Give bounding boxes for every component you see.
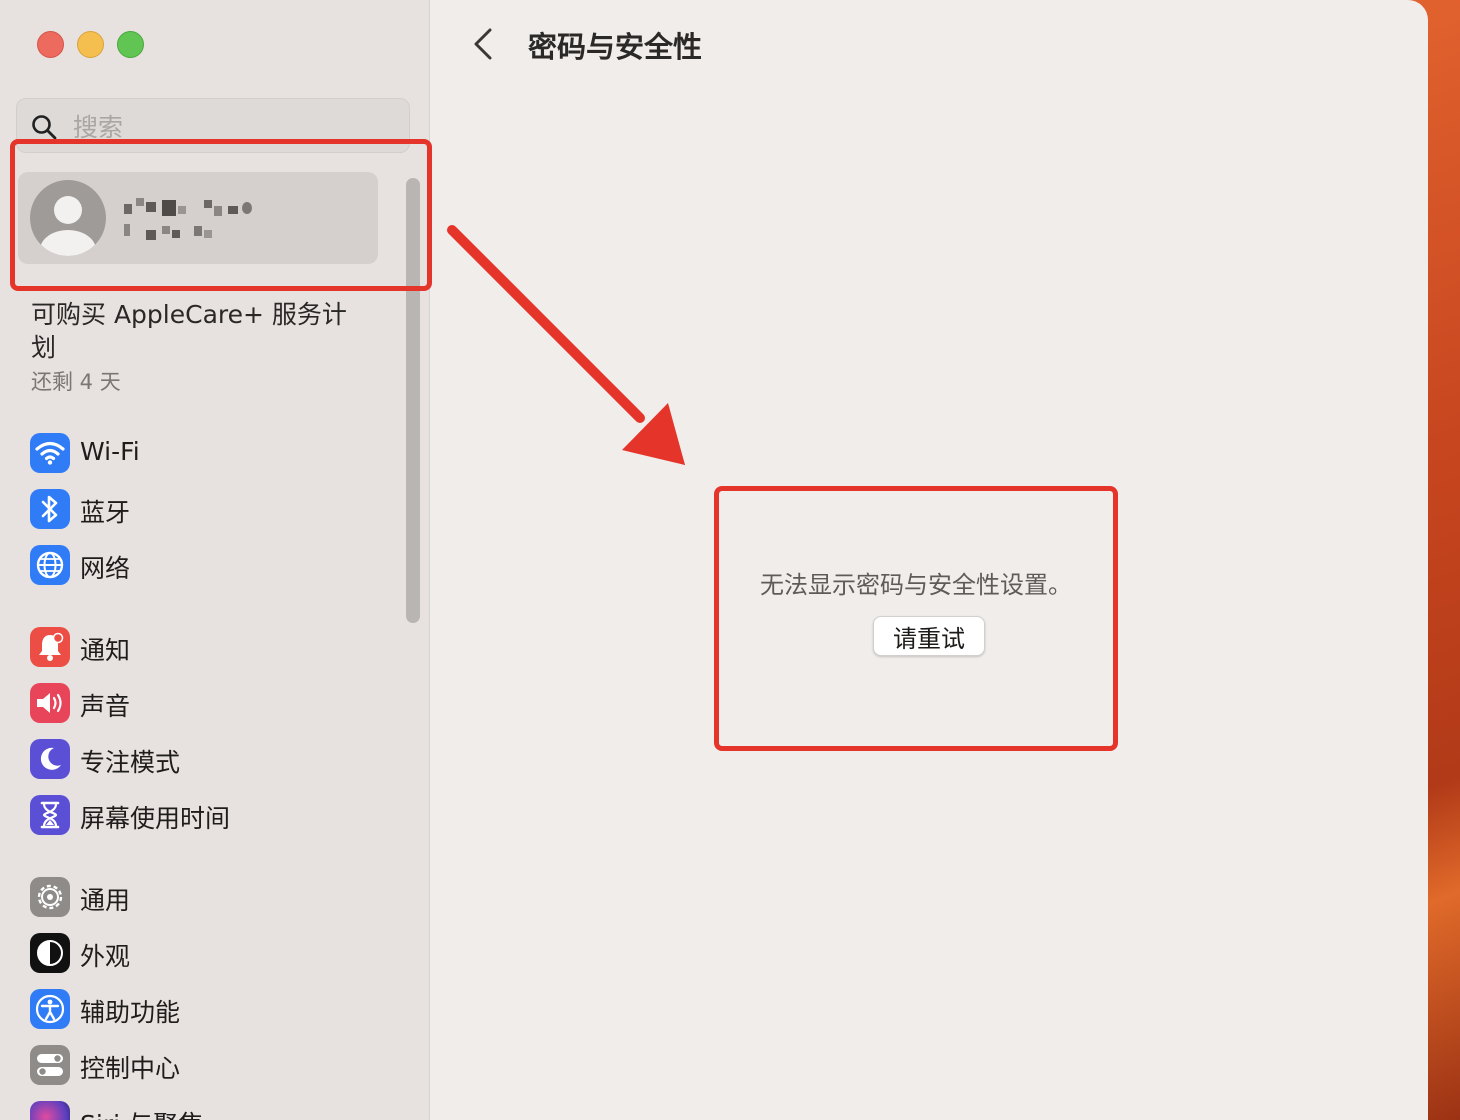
sidebar-item-accessibility[interactable]: 辅助功能 [30,987,390,1031]
sidebar-item-label: 声音 [80,692,131,721]
sidebar-item-label: 控制中心 [80,1054,181,1083]
applecare-offer[interactable]: 可购买 AppleCare+ 服务计划 还剩 4 天 [31,298,351,396]
sidebar-item-label: 专注模式 [80,748,181,777]
sidebar-item-label: 辅助功能 [80,998,181,1027]
annotation-box-account [10,139,432,291]
sidebar-item-label: Siri 与聚焦 [80,1105,203,1120]
sidebar-item-label: Wi-Fi [80,437,140,466]
chevron-left-icon [474,28,492,60]
moon-icon [30,739,70,779]
sidebar-item-label: 屏幕使用时间 [80,804,231,833]
sidebar-item-network[interactable]: 网络 [30,543,390,587]
bell-icon [30,627,70,667]
sidebar-item-screen-time[interactable]: 屏幕使用时间 [30,793,390,837]
sidebar-item-label: 网络 [80,554,131,583]
sidebar-item-label: 通用 [80,886,131,915]
close-window-button[interactable] [37,31,64,58]
speaker-icon [30,683,70,723]
sidebar-item-appearance[interactable]: 外观 [30,931,390,975]
wifi-icon [30,433,70,473]
page-title: 密码与安全性 [528,30,703,64]
sidebar-item-general[interactable]: 通用 [30,875,390,919]
sidebar-item-bluetooth[interactable]: 蓝牙 [30,487,390,531]
sidebar-item-label: 外观 [80,942,131,971]
gear-icon [30,877,70,917]
bluetooth-icon [30,489,70,529]
accessibility-icon [30,989,70,1029]
sidebar-item-wifi[interactable]: Wi-Fi [30,431,390,475]
zoom-window-button[interactable] [117,31,144,58]
annotation-box-error [714,486,1118,751]
siri-icon [30,1101,70,1120]
sidebar-item-focus[interactable]: 专注模式 [30,737,390,781]
applecare-title: 可购买 AppleCare+ 服务计划 [31,300,347,362]
sidebar-item-siri[interactable]: Siri 与聚焦 [30,1099,390,1120]
sidebar-item-label: 蓝牙 [80,498,131,527]
back-button[interactable] [470,26,500,62]
hourglass-icon [30,795,70,835]
sidebar-item-notifications[interactable]: 通知 [30,625,390,669]
search-icon [32,115,57,140]
sidebar-item-control-center[interactable]: 控制中心 [30,1043,390,1087]
globe-icon [30,545,70,585]
annotation-arrow-icon [447,225,685,465]
sidebar-item-sound[interactable]: 声音 [30,681,390,725]
sidebar-item-label: 通知 [80,636,131,665]
appearance-icon [30,933,70,973]
applecare-subtitle: 还剩 4 天 [31,370,121,394]
toggles-icon [30,1045,70,1085]
minimize-window-button[interactable] [77,31,104,58]
